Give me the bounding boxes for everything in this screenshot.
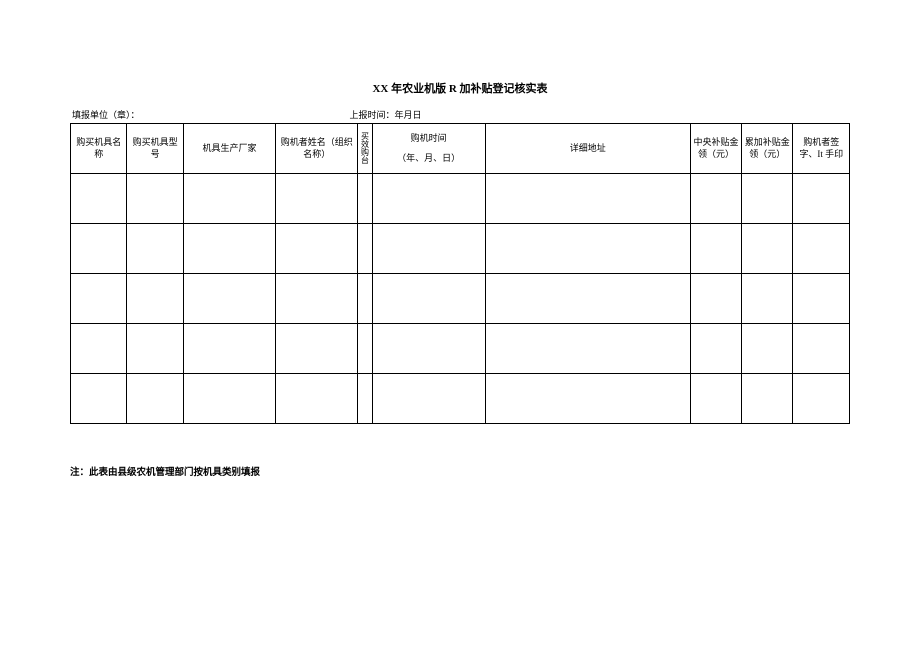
cell-factory <box>183 224 275 274</box>
header-addr: 详细地址 <box>485 124 690 174</box>
cell-addr <box>485 324 690 374</box>
cell-accum <box>742 224 793 274</box>
meta-row: 填报单位（章）： 上报时间：年月日 <box>70 108 850 121</box>
cell-name <box>71 274 127 324</box>
header-central: 中央补贴金领（元） <box>690 124 741 174</box>
cell-sign <box>793 174 850 224</box>
header-row: 购买机具名称 购买机具型号 机具生产厂家 购机者姓名（组织名称） 买效购台 购机… <box>71 124 850 174</box>
cell-sign <box>793 274 850 324</box>
table-row <box>71 224 850 274</box>
cell-time <box>372 274 485 324</box>
header-accum: 累加补贴金领（元） <box>742 124 793 174</box>
cell-model <box>127 224 183 274</box>
header-qty: 买效购台 <box>358 124 372 174</box>
cell-addr <box>485 274 690 324</box>
header-name: 购买机具名称 <box>71 124 127 174</box>
cell-buyer <box>276 324 358 374</box>
cell-buyer <box>276 374 358 424</box>
cell-sign <box>793 324 850 374</box>
cell-time <box>372 174 485 224</box>
cell-qty <box>358 274 372 324</box>
cell-sign <box>793 224 850 274</box>
cell-buyer <box>276 274 358 324</box>
cell-buyer <box>276 174 358 224</box>
header-time-line1: 购机时间 <box>411 133 447 145</box>
cell-central <box>690 224 741 274</box>
table-row <box>71 174 850 224</box>
table-row <box>71 374 850 424</box>
cell-addr <box>485 224 690 274</box>
registration-table: 购买机具名称 购买机具型号 机具生产厂家 购机者姓名（组织名称） 买效购台 购机… <box>70 123 850 424</box>
header-factory: 机具生产厂家 <box>183 124 275 174</box>
cell-model <box>127 324 183 374</box>
meta-spacer <box>422 108 848 121</box>
cell-model <box>127 374 183 424</box>
page-title: XX 年农业机版 R 加补贴登记核实表 <box>70 80 850 96</box>
cell-accum <box>742 274 793 324</box>
header-model: 购买机具型号 <box>127 124 183 174</box>
cell-addr <box>485 174 690 224</box>
table-body <box>71 174 850 424</box>
header-time: 购机时间 （年、月、日） <box>372 124 485 174</box>
footnote: 注：此表由县级农机管理部门按机具类别填报 <box>70 464 850 478</box>
cell-sign <box>793 374 850 424</box>
cell-central <box>690 324 741 374</box>
cell-time <box>372 374 485 424</box>
cell-qty <box>358 174 372 224</box>
cell-central <box>690 174 741 224</box>
cell-addr <box>485 374 690 424</box>
cell-factory <box>183 174 275 224</box>
cell-accum <box>742 324 793 374</box>
header-sign: 购机者签字、It 手印 <box>793 124 850 174</box>
cell-name <box>71 374 127 424</box>
report-date-label: 上报时间：年月日 <box>350 108 422 121</box>
cell-qty <box>358 324 372 374</box>
cell-factory <box>183 274 275 324</box>
cell-name <box>71 224 127 274</box>
cell-qty <box>358 224 372 274</box>
cell-model <box>127 274 183 324</box>
cell-time <box>372 324 485 374</box>
header-time-line2: （年、月、日） <box>397 153 460 165</box>
cell-time <box>372 224 485 274</box>
cell-factory <box>183 374 275 424</box>
cell-central <box>690 374 741 424</box>
table-row <box>71 274 850 324</box>
cell-accum <box>742 174 793 224</box>
cell-factory <box>183 324 275 374</box>
header-buyer: 购机者姓名（组织名称） <box>276 124 358 174</box>
cell-qty <box>358 374 372 424</box>
reporter-unit-label: 填报单位（章）： <box>72 108 140 121</box>
table-row <box>71 324 850 374</box>
cell-buyer <box>276 224 358 274</box>
cell-name <box>71 174 127 224</box>
cell-central <box>690 274 741 324</box>
cell-accum <box>742 374 793 424</box>
cell-name <box>71 324 127 374</box>
cell-model <box>127 174 183 224</box>
